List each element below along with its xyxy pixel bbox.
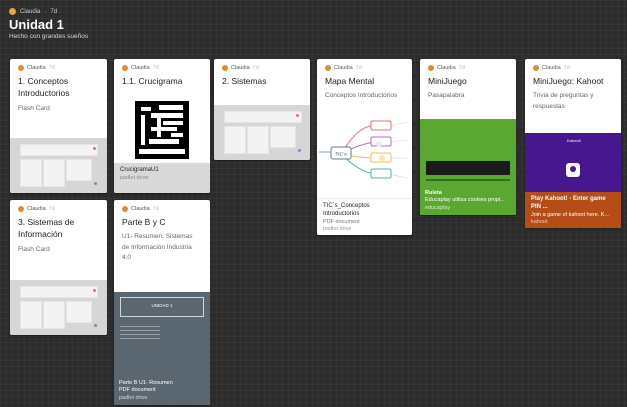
post-title: 2. Sistemas	[222, 76, 267, 86]
post-title: 3. Sistemas de Información	[18, 217, 75, 240]
attachment-footer[interactable]: CrucigramaU1 padlet drive	[114, 163, 210, 193]
post-title: 1. Conceptos Introductorios	[18, 76, 70, 99]
attachment-name: Ruleta	[425, 189, 442, 196]
post-card[interactable]: Claudia 7d 1.1. Crucigrama CrucigramaU1 p…	[114, 59, 210, 193]
attachment-source: padlet drive	[120, 174, 149, 181]
attachment-source: educaplay	[425, 204, 451, 211]
header-user: Claudia	[20, 8, 41, 15]
post-age: 7d	[252, 65, 259, 71]
kahoot-brand: Kahoot!	[567, 138, 581, 143]
post-age: 7d	[48, 65, 55, 71]
attachment-source: kahoot	[531, 218, 548, 225]
mind-map-center-label: TIC´s	[336, 152, 348, 157]
attachment-preview-text: Educaplay utiliza cookies propi...	[425, 197, 505, 204]
post-age: 7d	[152, 65, 159, 71]
post-description: U1- Resumen. Sistemas de Información Ind…	[122, 233, 193, 262]
mind-map-preview[interactable]: TIC´s	[319, 114, 410, 201]
post-author: Claudia	[542, 65, 561, 71]
attachment-footer[interactable]: Play Kahoot! - Enter game PIN ... Join a…	[525, 192, 621, 228]
post-age: 7d	[152, 206, 159, 212]
post-age: 7d	[48, 206, 55, 212]
post-card[interactable]: Claudia 7d 3. Sistemas de Información Fla…	[10, 200, 107, 335]
attachment-preview-text: Join a game of kahoot here. K...	[531, 211, 609, 218]
attachment-footer[interactable]: TIC´s_Conceptos Introductorios PDF docum…	[317, 198, 412, 235]
avatar	[18, 65, 24, 71]
attachment-preview[interactable]	[10, 280, 107, 335]
avatar	[325, 65, 331, 71]
post-author: Claudia	[27, 65, 46, 71]
page-subtitle: Hecho con grandes sueños	[9, 33, 89, 40]
post-card[interactable]: Claudia 7d Parte B y C U1- Resumen. Siste…	[114, 200, 210, 405]
attachment-name: TIC´s_Conceptos Introductorios	[323, 203, 370, 217]
post-card[interactable]: Claudia 7d 2. Sistemas	[214, 59, 310, 160]
post-card[interactable]: Claudia 7d MiniJuego Pasapalabra Ruleta E…	[420, 59, 516, 215]
post-title: Mapa Mental	[325, 76, 375, 86]
header-byline: Claudia · 7d	[9, 8, 88, 15]
attachment-source: padlet drive	[323, 225, 352, 232]
post-age: 7d	[458, 65, 465, 71]
post-author: Claudia	[437, 65, 456, 71]
attachment-preview[interactable]	[214, 105, 310, 160]
kahoot-preview[interactable]: Kahoot!	[525, 133, 621, 194]
post-author: Claudia	[231, 65, 250, 71]
post-author: Claudia	[334, 65, 353, 71]
post-description: Pasapalabra	[428, 92, 465, 100]
board-header: Claudia · 7d Unidad 1 Hecho con grandes …	[9, 8, 88, 40]
avatar	[428, 65, 434, 71]
post-description: Trivia de preguntas y respuestas	[533, 92, 594, 110]
post-age: 7d	[355, 65, 362, 71]
attachment-name: Parte B U1- Resumen	[119, 379, 173, 386]
attachment-name: CrucigramaU1	[120, 167, 159, 173]
post-author: Claudia	[131, 206, 150, 212]
avatar	[122, 206, 128, 212]
crossword-image[interactable]	[119, 99, 205, 161]
post-description: Flash Card	[18, 245, 50, 253]
attachment-source: padlet drive	[119, 394, 148, 401]
pdf-preview[interactable]: UNIDAD 1 Parte B U1- Resumen PDF documen…	[114, 292, 210, 405]
post-title: MiniJuego	[428, 76, 467, 86]
post-author: Claudia	[27, 206, 46, 212]
post-card[interactable]: Claudia 7d Mapa Mental Conceptos Introduc…	[317, 59, 412, 235]
attachment-type: PDF document	[119, 387, 156, 394]
attachment-type: PDF document	[323, 218, 360, 225]
educaplay-preview[interactable]: Ruleta Educaplay utiliza cookies propi..…	[420, 119, 516, 215]
avatar	[533, 65, 539, 71]
post-title: MiniJuego: Kahoot	[533, 76, 604, 86]
page-title: Unidad 1	[9, 17, 64, 32]
post-title: Parte B y C	[122, 217, 166, 227]
header-age: 7d	[50, 8, 58, 15]
post-author: Claudia	[131, 65, 150, 71]
avatar	[18, 206, 24, 212]
avatar	[122, 65, 128, 71]
avatar	[222, 65, 228, 71]
post-age: 7d	[563, 65, 570, 71]
post-description: Flash Card	[18, 104, 50, 112]
pdf-slide-title: UNIDAD 1	[151, 303, 173, 308]
attachment-name: Play Kahoot! - Enter game PIN ...	[531, 196, 606, 210]
post-title: 1.1. Crucigrama	[122, 76, 183, 86]
avatar[interactable]	[9, 8, 16, 15]
post-card[interactable]: Claudia 7d MiniJuego: Kahoot Trivia de pr…	[525, 59, 621, 228]
post-description: Conceptos Introductorios	[325, 92, 398, 100]
attachment-preview[interactable]	[10, 138, 107, 193]
kahoot-logo-icon	[566, 163, 580, 177]
post-card[interactable]: Claudia 7d 1. Conceptos Introductorios Fl…	[10, 59, 107, 193]
